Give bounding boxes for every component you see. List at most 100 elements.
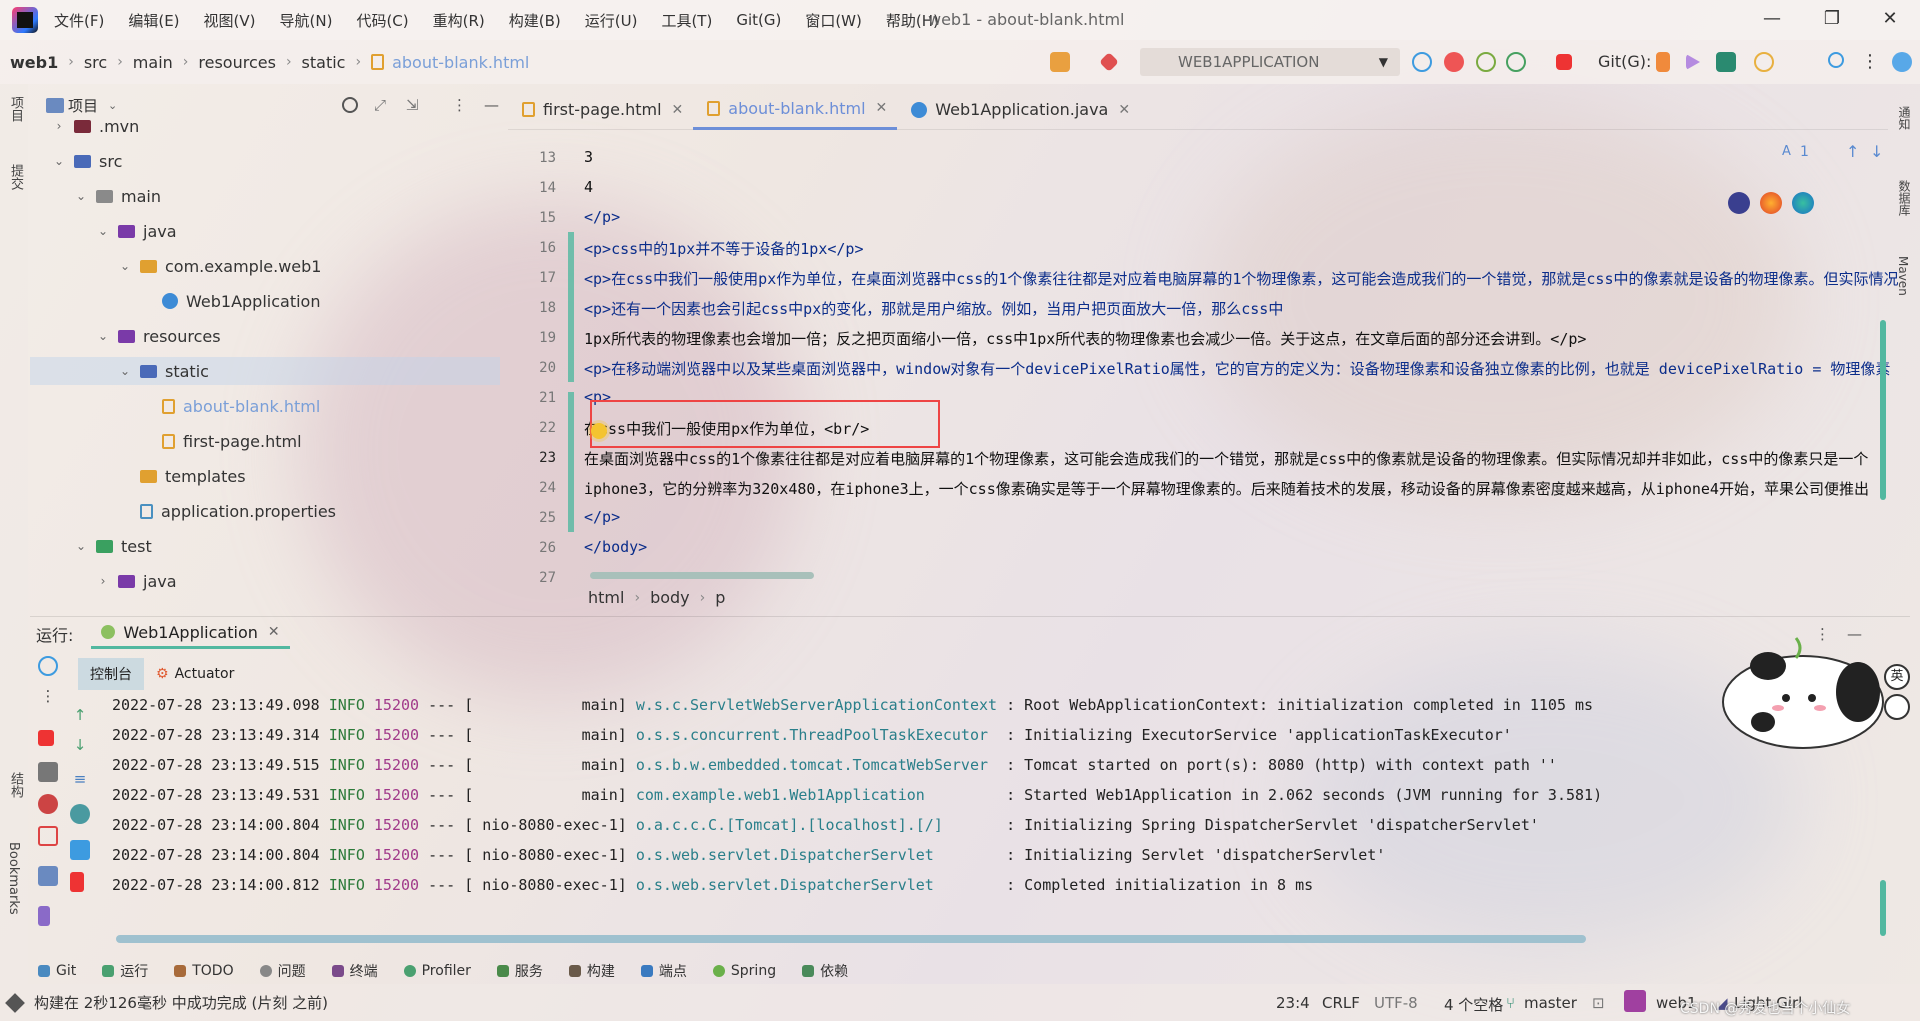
code-line[interactable]: 4 <box>584 178 593 196</box>
history-icon[interactable] <box>1754 52 1774 72</box>
tree-item[interactable]: ⌄ com.example.web1 <box>118 252 322 280</box>
menu-run[interactable]: 运行(U) <box>585 10 638 31</box>
ime-mode-icon[interactable] <box>1884 694 1910 720</box>
tree-item[interactable]: ⌄ main <box>74 182 161 210</box>
breadcrumb-file[interactable]: about-blank.html <box>371 53 529 72</box>
toolwin-dependencies[interactable]: 依赖 <box>802 961 848 981</box>
maximize-button[interactable]: ❐ <box>1812 6 1852 32</box>
chevron-down-icon[interactable]: ⌄ <box>52 154 66 168</box>
breadcrumb-src[interactable]: src <box>84 53 107 72</box>
vertical-scrollbar[interactable] <box>1880 880 1886 936</box>
tree-item[interactable]: › .mvn <box>52 112 140 140</box>
intellij-browser-icon[interactable] <box>1728 192 1750 214</box>
debug-bug-icon[interactable] <box>1444 52 1464 72</box>
status-message[interactable]: 构建在 2秒126毫秒 中成功完成 (片刻 之前) <box>34 992 328 1013</box>
rerun-icon[interactable] <box>1412 52 1432 72</box>
structure-stripe-button[interactable]: 结构 <box>6 772 25 798</box>
firefox-icon[interactable] <box>1760 192 1782 214</box>
tree-item[interactable]: application.properties <box>118 497 336 525</box>
exit-icon[interactable] <box>38 826 58 846</box>
code-line[interactable]: 1px所代表的物理像素也会增加一倍；反之把页面缩小一倍，css中1px所代表的物… <box>584 328 1586 349</box>
code-line[interactable]: </p> <box>584 508 620 526</box>
menu-edit[interactable]: 编辑(E) <box>128 10 179 31</box>
breadcrumb-p[interactable]: p <box>715 588 725 607</box>
toolwin-todo[interactable]: TODO <box>174 963 234 979</box>
chevron-down-icon[interactable]: ⌄ <box>74 539 88 553</box>
tree-item[interactable]: ⌄ test <box>74 532 152 560</box>
arrow-down-icon[interactable]: ↓ <box>70 736 90 756</box>
close-tab-icon[interactable]: ✕ <box>1118 102 1130 118</box>
horizontal-scrollbar[interactable] <box>590 572 814 579</box>
coverage-icon[interactable] <box>1476 52 1496 72</box>
soft-wrap-icon[interactable]: ≡ <box>70 770 90 790</box>
breadcrumb-body[interactable]: body <box>650 588 690 607</box>
debug-bug-icon[interactable] <box>38 794 58 814</box>
menu-git[interactable]: Git(G) <box>736 11 781 29</box>
layout-icon[interactable] <box>38 866 58 886</box>
toolwin-terminal[interactable]: 终端 <box>331 961 378 981</box>
breadcrumb-project[interactable]: web1 <box>10 53 58 72</box>
options-icon[interactable]: ⋮ <box>452 96 467 114</box>
jetbrains-ai-icon[interactable] <box>1892 52 1912 72</box>
user-icon[interactable] <box>1050 52 1070 72</box>
menu-code[interactable]: 代码(C) <box>356 10 408 31</box>
locate-target-icon[interactable] <box>342 97 358 113</box>
close-tab-icon[interactable]: ✕ <box>876 100 888 116</box>
trash-icon[interactable] <box>70 872 84 892</box>
vertical-scrollbar[interactable] <box>1880 320 1886 500</box>
rerun-icon[interactable] <box>38 656 58 676</box>
git-branch[interactable]: master <box>1524 994 1577 1012</box>
code-line[interactable]: </body> <box>584 538 647 556</box>
close-tab-icon[interactable]: ✕ <box>672 102 684 118</box>
tab-web1application-java[interactable]: Web1Application.java ✕ <box>897 90 1140 130</box>
stop-icon[interactable] <box>1556 54 1572 70</box>
git-commit-icon[interactable] <box>1716 52 1736 72</box>
lightbulb-icon[interactable] <box>591 423 607 439</box>
tree-item[interactable]: ⌄ java <box>96 217 177 245</box>
subtab-actuator[interactable]: ⚙ Actuator <box>144 658 246 690</box>
tree-item[interactable]: › java <box>96 567 177 595</box>
chevron-down-icon[interactable]: ⌄ <box>74 189 88 203</box>
code-line[interactable]: <p>css中的1px并不等于设备的1px</p> <box>584 238 864 259</box>
chevron-right-icon[interactable]: › <box>96 574 110 588</box>
code-line[interactable]: </p> <box>584 208 620 226</box>
menu-navigate[interactable]: 导航(N) <box>280 10 333 31</box>
chevron-down-icon[interactable]: ⌄ <box>96 329 110 343</box>
camera-icon[interactable] <box>38 762 58 782</box>
toolwin-endpoints[interactable]: 端点 <box>640 961 687 981</box>
inspection-icon[interactable]: A <box>1782 144 1791 159</box>
menu-file[interactable]: 文件(F) <box>54 10 104 31</box>
breadcrumb-html[interactable]: html <box>588 588 624 607</box>
caret-position[interactable]: 23:4 <box>1276 994 1310 1012</box>
code-line[interactable]: <p>在移动端浏览器中以及某些桌面浏览器中，window对象有一个deviceP… <box>584 358 1890 379</box>
run-tab-web1application[interactable]: Web1Application ✕ <box>91 619 290 649</box>
close-tab-icon[interactable]: ✕ <box>268 624 280 640</box>
horizontal-scrollbar[interactable] <box>116 935 1586 943</box>
tree-item[interactable]: first-page.html <box>140 427 302 455</box>
notifications-stripe-button[interactable]: 通知 <box>1896 106 1913 130</box>
lock-icon[interactable]: ⊡ <box>1592 994 1605 1012</box>
toolwin-services[interactable]: 服务 <box>496 961 543 981</box>
file-encoding[interactable]: UTF-8 <box>1374 994 1418 1012</box>
breadcrumb-static[interactable]: static <box>302 53 346 72</box>
expand-icon[interactable]: ⤢ <box>374 96 386 114</box>
chevron-down-icon[interactable]: ⌄ <box>96 224 110 238</box>
minimize-button[interactable]: — <box>1752 6 1792 32</box>
close-window-button[interactable]: ✕ <box>1870 6 1910 32</box>
tree-item[interactable]: ⌄ static <box>30 357 500 385</box>
menu-window[interactable]: 窗口(W) <box>805 10 862 31</box>
print-icon[interactable] <box>70 840 90 860</box>
collapse-icon[interactable]: ⇲ <box>406 96 419 114</box>
database-stripe-button[interactable]: 数据库 <box>1896 180 1913 216</box>
indent-setting[interactable]: 4 个空格 <box>1444 994 1503 1015</box>
breadcrumb-main[interactable]: main <box>133 53 173 72</box>
tree-item[interactable]: about-blank.html <box>140 392 320 420</box>
search-icon[interactable] <box>1828 52 1844 68</box>
tab-about-blank[interactable]: about-blank.html ✕ <box>693 90 898 130</box>
subtab-console[interactable]: 控制台 <box>78 658 144 690</box>
tab-first-page[interactable]: first-page.html ✕ <box>508 90 693 130</box>
intellij-logo-icon[interactable] <box>12 7 38 33</box>
code-line[interactable]: <p>还有一个因素也会引起css中px的变化，那就是用户缩放。例如，当用户把页面… <box>584 298 1283 319</box>
git-update-icon[interactable] <box>1656 52 1670 72</box>
toolwin-run[interactable]: 运行 <box>102 961 148 981</box>
